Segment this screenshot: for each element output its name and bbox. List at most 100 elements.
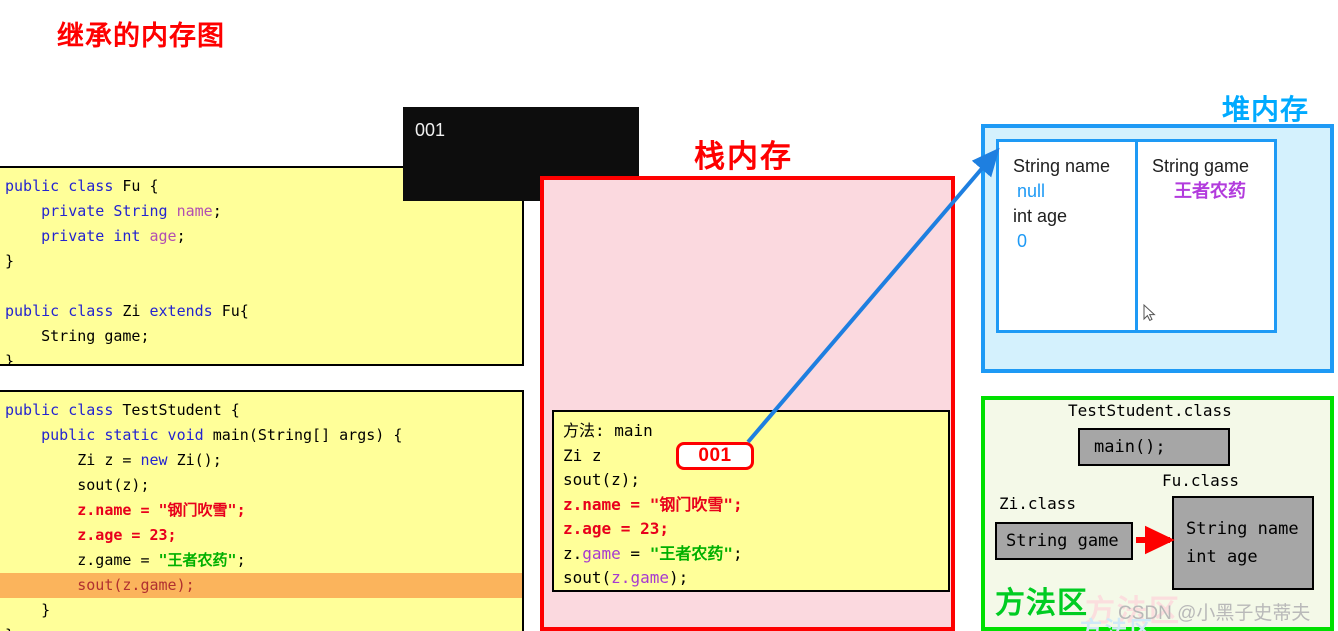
heap-value-age: 0 bbox=[1017, 231, 1028, 251]
method-area-caption-teststudent: TestStudent.class bbox=[1068, 401, 1232, 420]
code-token: public class bbox=[5, 302, 123, 320]
code-token: ; bbox=[236, 501, 246, 519]
code-line: z.age = 23; bbox=[0, 523, 522, 548]
code-token: main(String[] args) { bbox=[212, 426, 403, 444]
code-token: new bbox=[140, 451, 177, 469]
code-token: sout(z.game); bbox=[5, 576, 195, 594]
code-token: public static void bbox=[5, 426, 213, 444]
code-token: Fu{ bbox=[221, 302, 249, 320]
code-token: Zi z bbox=[563, 445, 602, 465]
code-token: ; bbox=[212, 202, 222, 220]
code-token: z.age = 23; bbox=[563, 519, 669, 538]
code-token: ; bbox=[732, 543, 743, 563]
code-token: ; bbox=[236, 551, 246, 569]
code-token: sout( bbox=[563, 568, 612, 587]
heap-memory-label: 堆内存 bbox=[1222, 94, 1310, 125]
code-line: Zi z = new Zi(); bbox=[0, 448, 522, 473]
method-area-chip-zi: String game bbox=[995, 522, 1133, 560]
code-token: z.game bbox=[611, 568, 669, 587]
code-line: z.name = "钢门吹雪"; bbox=[0, 498, 522, 523]
memory-diagram-canvas: 继承的内存图 public class Fu { private String … bbox=[0, 0, 1338, 631]
code-token: Zi bbox=[122, 302, 150, 320]
code-token: } bbox=[5, 252, 15, 270]
stack-frame-line: z.name = "钢门吹雪"; bbox=[563, 493, 948, 518]
method-area-caption-fu: Fu.class bbox=[1162, 471, 1240, 490]
code-line: } bbox=[0, 598, 522, 623]
code-token: } bbox=[5, 352, 15, 366]
stack-frame-line: z.age = 23; bbox=[563, 517, 948, 542]
stack-frame-line: z.game = "王者农药"; bbox=[563, 542, 948, 567]
console-output-text: 001 bbox=[415, 120, 446, 140]
code-token: } bbox=[5, 601, 51, 619]
heap-field-name: String name bbox=[1013, 156, 1111, 176]
stack-memory-label: 栈内存 bbox=[694, 139, 793, 174]
code-token: "钢门吹雪" bbox=[158, 501, 237, 519]
code-line: sout(z); bbox=[0, 473, 522, 498]
heap-field-age: int age bbox=[1013, 206, 1068, 226]
code-token: String game; bbox=[5, 327, 150, 345]
code-token: "王者农药" bbox=[158, 551, 237, 569]
code-token: sout(z); bbox=[563, 470, 641, 489]
method-area-chip-fu-line-0: String name bbox=[1186, 519, 1299, 539]
code-token: extends bbox=[149, 302, 222, 320]
code-line bbox=[0, 274, 522, 299]
heap-field-game: String game bbox=[1152, 156, 1250, 176]
method-area-chip-fu-line-1: int age bbox=[1186, 547, 1258, 567]
stack-frame-line: 方法: main bbox=[563, 419, 948, 444]
code-line: public class Zi extends Fu{ bbox=[0, 299, 522, 324]
code-token: = bbox=[620, 543, 650, 563]
method-area-chip-main-label: main(); bbox=[1094, 437, 1166, 457]
code-token: } bbox=[5, 626, 14, 631]
code-token: "王者农药" bbox=[649, 543, 733, 563]
method-area-chip-main: main(); bbox=[1078, 428, 1230, 466]
code-line: private int age; bbox=[0, 224, 522, 249]
code-token: ; bbox=[732, 494, 743, 514]
code-line: } bbox=[0, 623, 522, 631]
code-token: Fu { bbox=[122, 177, 159, 195]
code-token: public class bbox=[5, 401, 123, 419]
code-line: } bbox=[0, 249, 522, 274]
code-token: name bbox=[176, 202, 213, 220]
code-token: private String bbox=[5, 202, 177, 220]
code-token: z. bbox=[563, 543, 583, 563]
code-token: "钢门吹雪" bbox=[649, 494, 733, 514]
code-block-test-student: public class TestStudent { public static… bbox=[0, 390, 524, 631]
heap-cell-inherited-fields: String name null int age 0 bbox=[999, 142, 1138, 330]
code-token: z.game = bbox=[5, 551, 159, 569]
code-line: z.game = "王者农药"; bbox=[0, 548, 522, 573]
stack-frame-main: 方法: main Zi z sout(z); z.name = "钢门吹雪"; z.ag… bbox=[552, 410, 950, 592]
code-line: public static void main(String[] args) { bbox=[0, 423, 522, 448]
code-token: z.name = bbox=[5, 501, 159, 519]
code-line: } bbox=[0, 349, 522, 366]
code-token: ); bbox=[668, 568, 689, 587]
code-token: age bbox=[149, 227, 177, 245]
code-line-highlighted: sout(z.game); bbox=[0, 573, 522, 598]
code-token: TestStudent { bbox=[122, 401, 240, 419]
method-area-chip-fu: String name int age bbox=[1172, 496, 1314, 590]
stack-frame-line: sout(z.game); bbox=[563, 566, 948, 590]
method-area-caption-zi: Zi.class bbox=[999, 494, 1077, 513]
heap-value-name: null bbox=[1017, 181, 1046, 201]
stack-frame-line: sout(z); bbox=[563, 468, 948, 493]
code-line: String game; bbox=[0, 324, 522, 349]
heap-object-zi: String name null int age 0 String game 王… bbox=[996, 139, 1277, 333]
code-token: z.age = 23; bbox=[5, 526, 177, 544]
code-token: ; bbox=[176, 227, 186, 245]
heap-cell-own-fields: String game 王者农药 bbox=[1138, 142, 1274, 330]
code-token: public class bbox=[5, 177, 123, 195]
code-token: private int bbox=[5, 227, 150, 245]
watermark-csdn: CSDN @小黑子史蒂夫 bbox=[1118, 603, 1311, 624]
code-token: z.name = bbox=[563, 494, 650, 514]
stack-reference-value-badge: 001 bbox=[676, 442, 754, 470]
method-area-chip-zi-label: String game bbox=[1006, 531, 1119, 551]
code-line: public class TestStudent { bbox=[0, 398, 522, 423]
method-area-label: 方法区 bbox=[995, 587, 1088, 620]
code-token: Zi(); bbox=[176, 451, 222, 469]
code-token: Zi z = bbox=[5, 451, 141, 469]
code-token: sout(z); bbox=[5, 476, 150, 494]
page-title: 继承的内存图 bbox=[57, 21, 225, 51]
code-line: private String name; bbox=[0, 199, 522, 224]
stack-frame-line: Zi z bbox=[563, 444, 948, 469]
code-token: game bbox=[582, 543, 621, 563]
